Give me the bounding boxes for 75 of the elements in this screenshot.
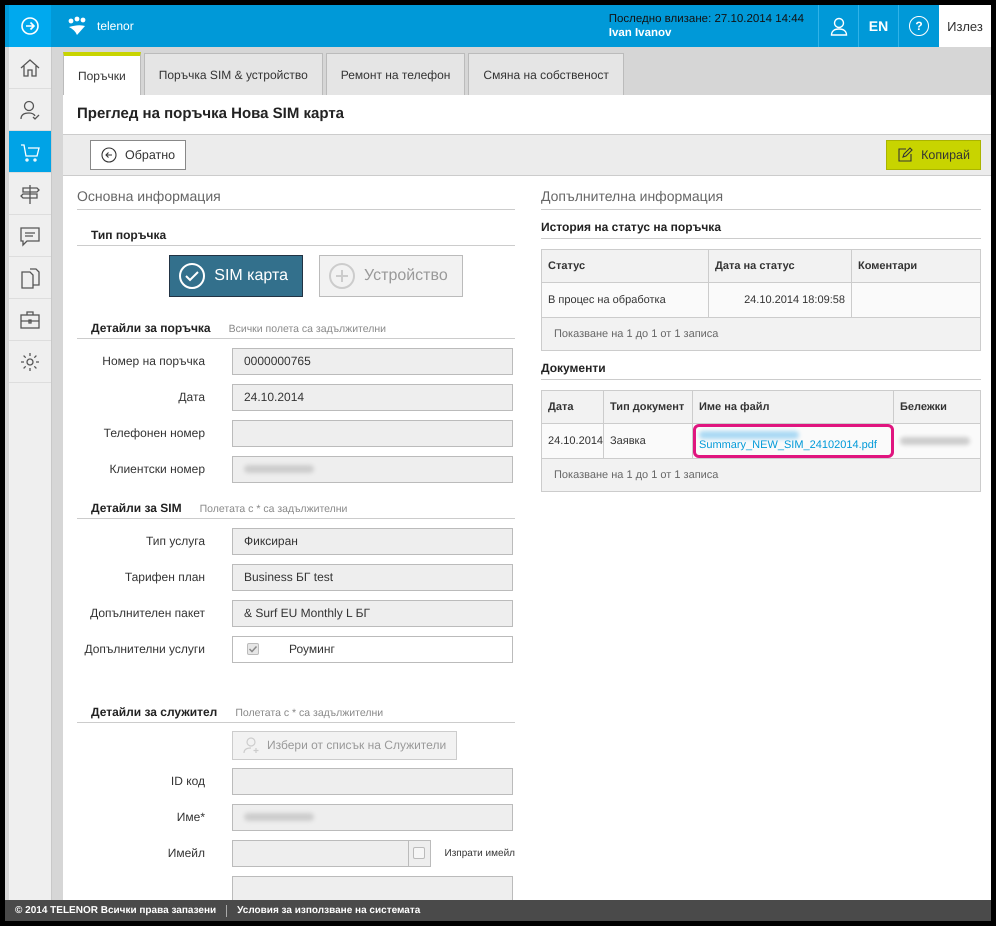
field-label: ID код (170, 774, 205, 788)
settings-icon (19, 350, 41, 372)
option-label: Роуминг (289, 642, 335, 656)
field-label: Тип услуга (146, 534, 205, 548)
email-field[interactable] (232, 840, 409, 866)
input-field[interactable] (232, 420, 513, 446)
tab[interactable]: Смяна на собственост (468, 53, 624, 95)
subsection-title: История на статус на поръчка (541, 220, 721, 234)
table-footer-text: Показване на 1 до 1 от 1 записа (553, 468, 720, 483)
field-label: Имейл (168, 846, 205, 860)
tab[interactable]: Поръчка SIM & устройство (144, 53, 323, 95)
copyright-text: © 2014 TELENOR Всички права запазени (15, 905, 216, 916)
briefcase-icon (19, 308, 41, 330)
table-cell: 24.10.2014 18:09:58 (709, 283, 852, 317)
field-label: Допълнителен пакет (90, 606, 205, 620)
last-login-text: Последно влизане: 27.10.2014 14:44 (608, 13, 804, 25)
field-label: Допълнителни услуги (84, 642, 205, 656)
plus-circle-icon (328, 262, 356, 290)
page-title: Преглед на поръчка Нова SIM карта (76, 104, 346, 124)
arrow-circle-icon (20, 16, 40, 36)
table-cell: В процес на обработка (542, 283, 709, 317)
field-label: Клиентски номер (109, 462, 205, 476)
field-label: Номер на поръчка (102, 354, 205, 368)
user-check-icon (19, 98, 41, 120)
required-note: Полетата с * са задължителни (235, 707, 384, 719)
check-circle-icon (178, 262, 206, 290)
order-type-button[interactable]: SIM карта (169, 255, 304, 297)
section-title: Допълнителна информация (541, 176, 981, 210)
subsection-title: Документи (541, 361, 606, 375)
sidebar-item[interactable] (9, 131, 51, 173)
required-note: Всички полета са задължителни (228, 323, 386, 335)
subsection-title: Детайли за служител (91, 705, 218, 719)
column-header: Бележки (899, 400, 948, 415)
edit-icon (897, 147, 914, 163)
check-icon (248, 644, 258, 654)
field-label: Име* (176, 810, 205, 824)
input-field[interactable]: Фиксиран (232, 528, 513, 554)
checkbox[interactable] (247, 643, 259, 655)
home-icon (19, 56, 41, 78)
table-cell: 24.10.2014 (542, 424, 604, 458)
signpost-icon (19, 182, 41, 204)
blurred-value (900, 437, 970, 445)
subsection-title: Детайли за поръчка (91, 321, 211, 335)
field-label: Телефонен номер (104, 426, 205, 440)
required-note: Полетата с * са задължителни (200, 503, 348, 515)
input-field[interactable]: 0000000765 (232, 348, 513, 374)
input-field[interactable] (232, 768, 513, 794)
field-label: Дата (178, 390, 205, 404)
tab[interactable]: Поръчки (63, 52, 141, 95)
back-button[interactable]: Обратно (90, 140, 186, 170)
copy-button[interactable]: Копирай (886, 140, 981, 170)
table-footer-text: Показване на 1 до 1 от 1 записа (553, 327, 720, 342)
table-cell: Заявка (604, 424, 693, 458)
field-label: Тарифен план (124, 570, 205, 584)
user-icon (828, 16, 848, 36)
input-field[interactable]: & Surf EU Monthly L БГ (232, 600, 513, 626)
send-email-checkbox[interactable] (413, 847, 426, 859)
brand-name: telenor (97, 19, 134, 33)
documents-icon (19, 266, 41, 288)
send-email-label: Изпрати имейл (444, 848, 515, 858)
input-field[interactable]: Business БГ test (232, 564, 513, 590)
section-title: Основна информация (77, 176, 515, 210)
subsection-title: Детайли за SIM (91, 501, 182, 515)
add-user-icon (243, 736, 261, 754)
user-name: Ivan Ivanov (608, 27, 672, 39)
input-field[interactable]: 24.10.2014 (232, 384, 513, 410)
logout-button[interactable]: Излез (939, 5, 991, 47)
subsection-title: Тип поръчка (91, 228, 166, 242)
input-field[interactable] (232, 804, 513, 830)
terms-link[interactable]: Условия за използване на системата (237, 905, 420, 916)
column-header: Коментари (857, 259, 918, 274)
tab[interactable]: Ремонт на телефон (326, 53, 466, 95)
input-field[interactable] (232, 456, 513, 482)
input-field[interactable] (232, 876, 513, 900)
chat-icon (19, 224, 41, 246)
